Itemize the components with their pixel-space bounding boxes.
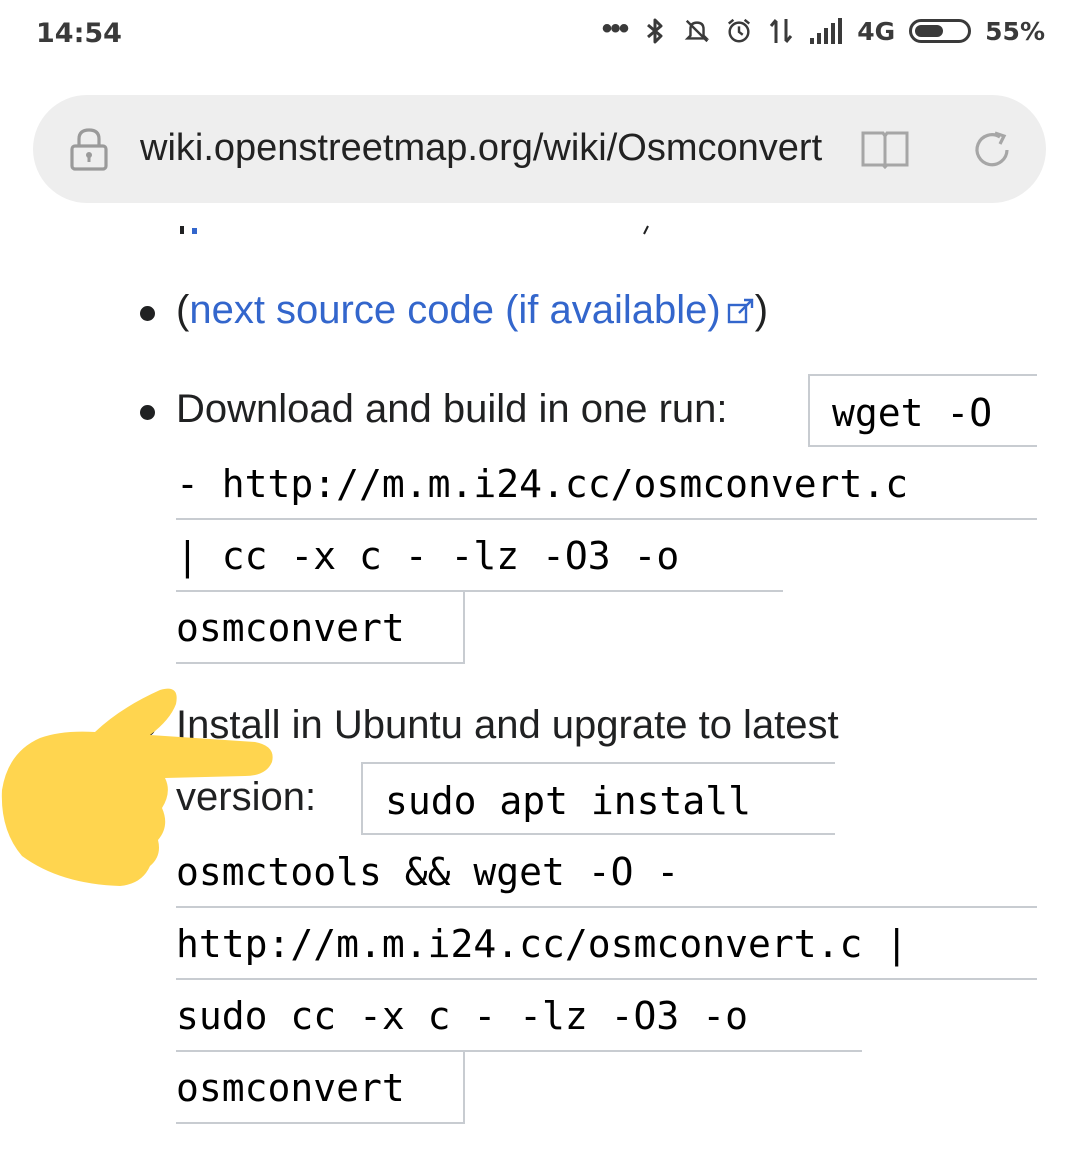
status-bar: 14:54 ••• 4G 55%: [0, 0, 1079, 68]
download-build-label: Download and build in one run:: [176, 387, 728, 431]
list-bullet: [140, 306, 155, 321]
code-line: osmctools && wget -O -: [176, 835, 1037, 908]
more-notifications-icon: •••: [601, 12, 629, 45]
code-line: sudo cc -x c - -lz -O3 -o: [176, 979, 862, 1052]
lock-icon[interactable]: [69, 127, 109, 171]
alarm-icon: [728, 18, 751, 43]
url-text[interactable]: wiki.openstreetmap.org/wiki/Osmconvert: [140, 127, 840, 170]
network-type: 4G: [857, 16, 896, 46]
code-line: sudo apt install: [361, 762, 835, 835]
status-icons: ••• 4G 55%: [601, 12, 1045, 46]
code-line: osmconvert: [176, 1051, 465, 1124]
code-line: - http://m.m.i24.cc/osmconvert.c: [176, 447, 1037, 520]
battery-icon: [909, 19, 972, 43]
address-bar[interactable]: wiki.openstreetmap.org/wiki/Osmconvert: [33, 95, 1046, 203]
battery-percent: 55%: [985, 16, 1045, 46]
code-line: | cc -x c - -lz -O3 -o: [176, 519, 783, 592]
clipped-previous-line: [180, 225, 649, 235]
data-transfer-icon: [770, 19, 793, 43]
reload-icon[interactable]: [971, 129, 1013, 171]
code-line: http://m.m.i24.cc/osmconvert.c |: [176, 907, 1037, 980]
code-line: wget -O: [808, 374, 1037, 447]
list-bullet: [140, 405, 155, 420]
status-time: 14:54: [36, 18, 122, 49]
bluetooth-icon: [647, 18, 663, 44]
list-item-source-link: (next source code (if available) ): [176, 288, 768, 333]
paren-close: ): [754, 288, 769, 332]
external-link-icon: [727, 298, 753, 324]
battery-level-fill: [915, 25, 944, 37]
pointing-hand-icon: [1, 688, 273, 886]
link-label[interactable]: next source code (if available): [189, 288, 720, 332]
signal-icon: [810, 18, 843, 44]
mute-icon: [684, 19, 710, 43]
paren-open: (: [176, 288, 190, 332]
next-source-code-link[interactable]: next source code (if available): [189, 288, 754, 332]
code-line: osmconvert: [176, 591, 465, 664]
reader-mode-icon[interactable]: [861, 129, 909, 169]
